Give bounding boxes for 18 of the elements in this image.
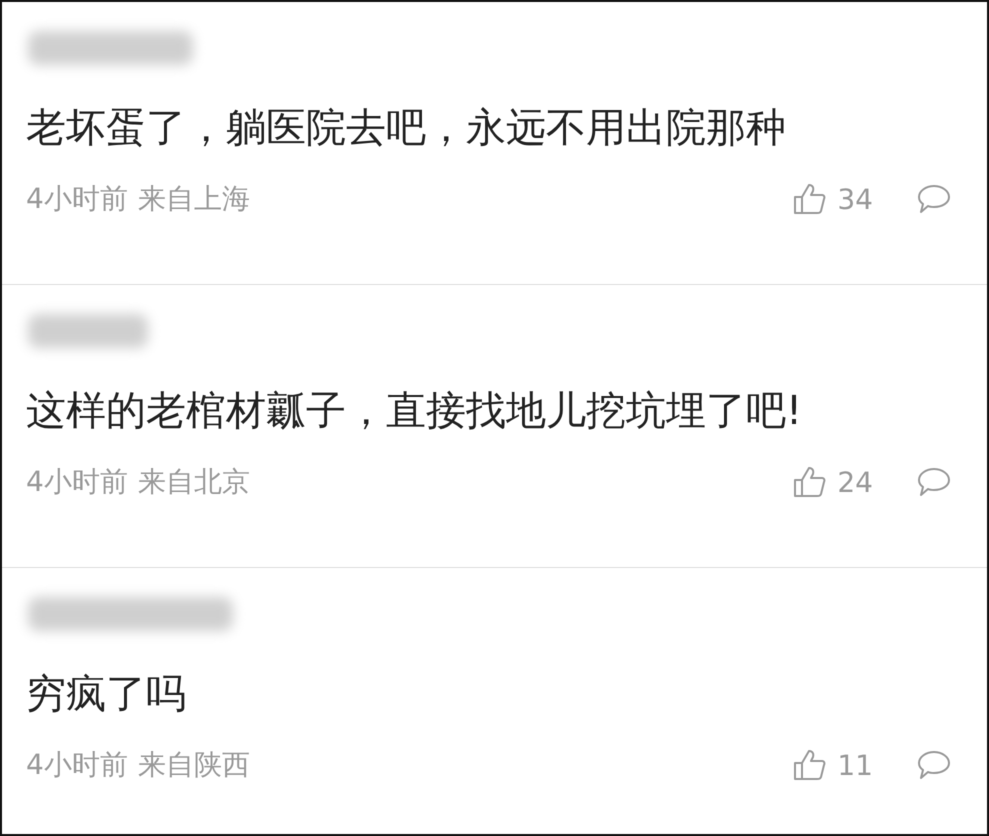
- like-count: 34: [837, 182, 873, 216]
- comment-text: 这样的老棺材瓤子，直接找地儿挖坑埋了吧!: [26, 387, 804, 435]
- thumbs-up-icon[interactable]: [793, 182, 828, 216]
- comment-text: 穷疯了吗: [26, 670, 187, 718]
- comment-bubble-icon[interactable]: [917, 183, 951, 215]
- thumbs-up-icon[interactable]: [793, 748, 828, 782]
- comment-location: 来自陕西: [138, 747, 250, 783]
- comment-location: 来自上海: [138, 181, 250, 217]
- comment-text: 老坏蛋了，躺医院去吧，永远不用出院那种: [26, 104, 787, 152]
- like-count: 11: [837, 748, 873, 782]
- comment-time: 4小时前: [26, 181, 128, 217]
- comment-time: 4小时前: [26, 747, 128, 783]
- comment-bubble-icon[interactable]: [917, 466, 951, 498]
- comment-bubble-icon[interactable]: [917, 749, 951, 781]
- like-count: 24: [837, 466, 873, 498]
- thumbs-up-icon[interactable]: [793, 465, 828, 499]
- comment-location: 来自北京: [138, 464, 250, 500]
- comment-time: 4小时前: [26, 464, 128, 500]
